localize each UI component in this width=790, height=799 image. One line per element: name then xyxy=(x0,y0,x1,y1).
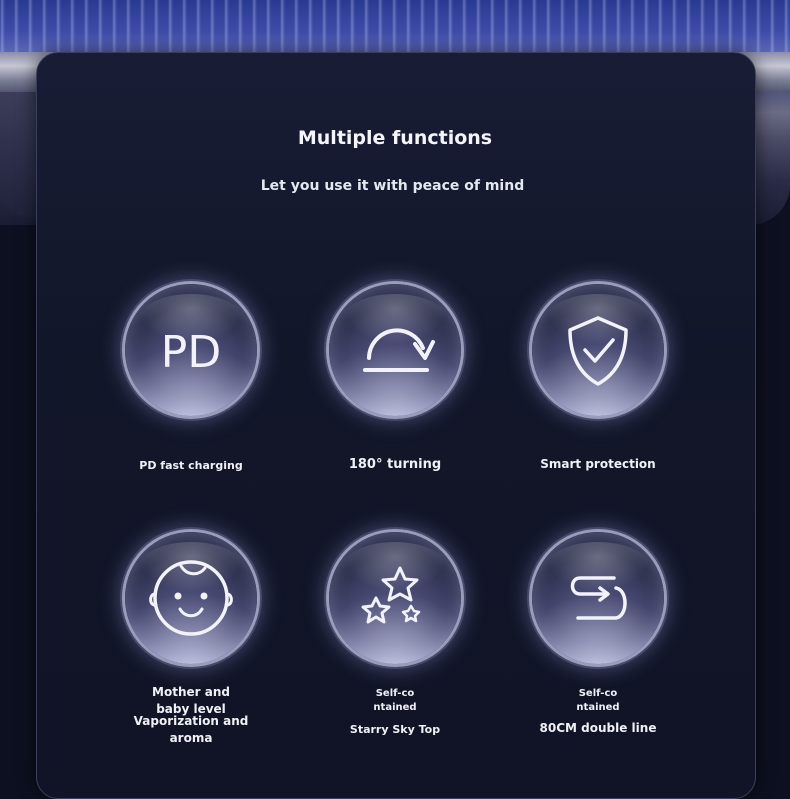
feature-label-line-3: 80CM double line xyxy=(539,721,657,735)
light-streaks xyxy=(0,0,790,52)
feature-label-line-2: ntained xyxy=(576,702,620,713)
feature-orb xyxy=(125,532,257,664)
page-title: Multiple functions xyxy=(297,127,493,149)
double-line-icon xyxy=(570,576,627,620)
feature-label: Smart protection xyxy=(540,457,656,471)
feature-label: PD fast charging xyxy=(139,459,243,472)
baby-face-icon xyxy=(149,560,233,636)
feature-label-line-2: ntained xyxy=(373,702,417,713)
banner-side xyxy=(0,92,40,217)
svg-text:PD: PD xyxy=(161,327,221,378)
feature-label-line-3: Starry Sky Top xyxy=(349,723,441,736)
stars-icon xyxy=(361,566,421,624)
feature-orb: PD xyxy=(125,284,257,416)
feature-orb xyxy=(329,284,461,416)
page-subtitle: Let you use it with peace of mind xyxy=(260,178,525,194)
pd-icon: PD xyxy=(161,327,221,378)
feature-orb xyxy=(532,532,664,664)
shield-check-icon xyxy=(568,316,628,386)
feature-orb xyxy=(329,532,461,664)
rotate-arrow-icon xyxy=(363,328,435,372)
feature-orb xyxy=(532,284,664,416)
feature-label: 180° turning xyxy=(348,457,442,472)
feature-label-line-3: Vaporization and xyxy=(133,714,249,728)
feature-label-line-4: aroma xyxy=(169,731,213,745)
feature-label-line-1: Mother and xyxy=(152,685,230,699)
